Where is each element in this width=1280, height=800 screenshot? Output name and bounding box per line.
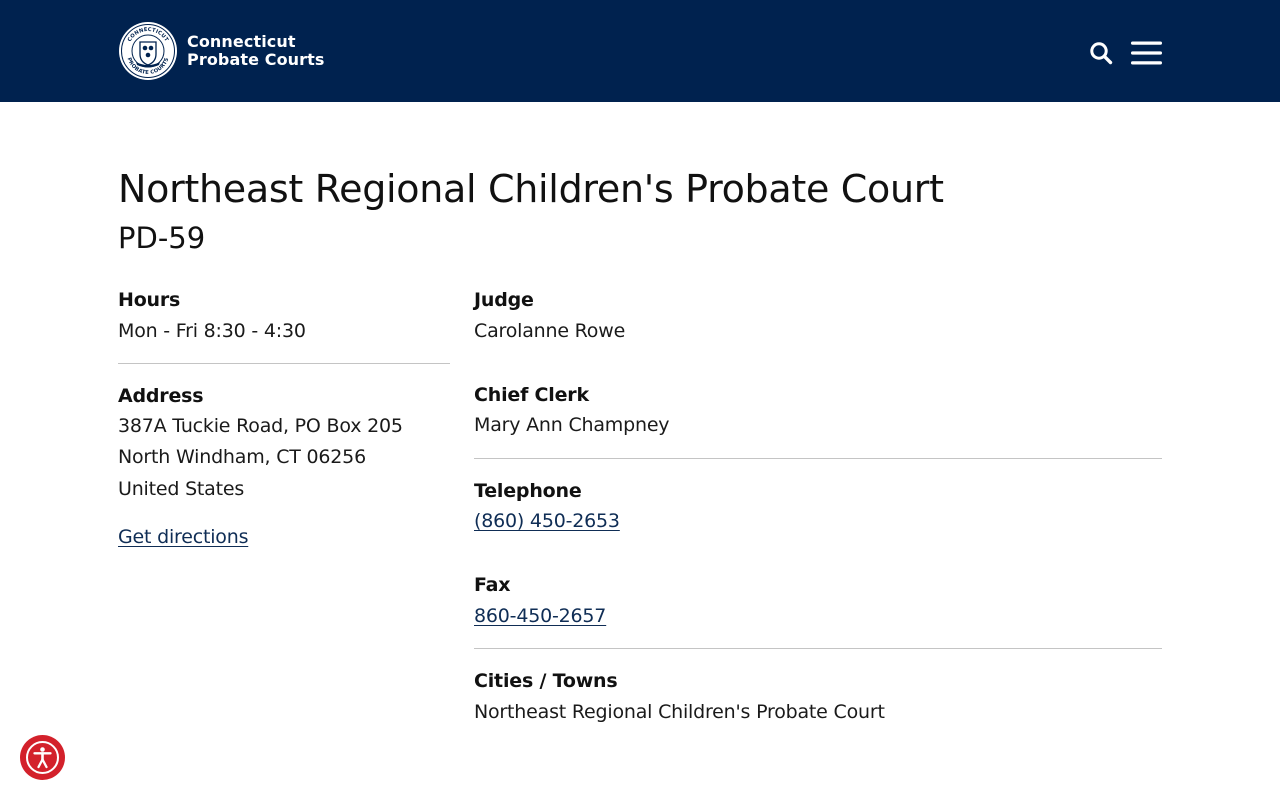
hamburger-menu-icon [1131,41,1162,65]
menu-button[interactable] [1130,40,1163,66]
hours-label: Hours [118,289,181,311]
court-code: PD-59 [118,221,206,255]
brand-line-2: Probate Courts [187,50,325,69]
judge-value: Carolanne Rowe [474,320,626,342]
page-title: Northeast Regional Children's Probate Co… [118,167,944,211]
right-divider-2 [474,648,1162,649]
judge-label: Judge [474,289,534,311]
brand-line-1: Connecticut [187,32,296,51]
left-divider [118,363,450,364]
accessibility-icon [26,741,59,774]
address-line-2: North Windham, CT 06256 [118,446,366,468]
brand-name: Connecticut Probate Courts [187,33,325,69]
telephone-link[interactable]: (860) 450-2653 [474,508,620,534]
seal-icon: CONNECTICUT PROBATE COURTS [119,22,177,80]
fax-link[interactable]: 860-450-2657 [474,603,606,629]
address-line-1: 387A Tuckie Road, PO Box 205 [118,415,403,437]
fax-label: Fax [474,574,511,596]
address-label: Address [118,385,204,407]
cities-towns-value: Northeast Regional Children's Probate Co… [474,701,885,723]
right-divider-1 [474,458,1162,459]
cities-towns-label: Cities / Towns [474,670,618,692]
accessibility-button[interactable] [20,735,65,780]
chief-clerk-value: Mary Ann Champney [474,414,670,436]
home-logo-link[interactable]: CONNECTICUT PROBATE COURTS Connecticut P… [118,21,325,81]
get-directions-link[interactable]: Get directions [118,524,248,550]
hours-value: Mon - Fri 8:30 - 4:30 [118,320,306,342]
address-line-3: United States [118,478,245,500]
site-header: CONNECTICUT PROBATE COURTS Connecticut P… [0,0,1280,102]
telephone-label: Telephone [474,480,582,502]
search-button[interactable] [1088,40,1114,66]
search-icon [1090,42,1113,65]
chief-clerk-label: Chief Clerk [474,384,589,406]
